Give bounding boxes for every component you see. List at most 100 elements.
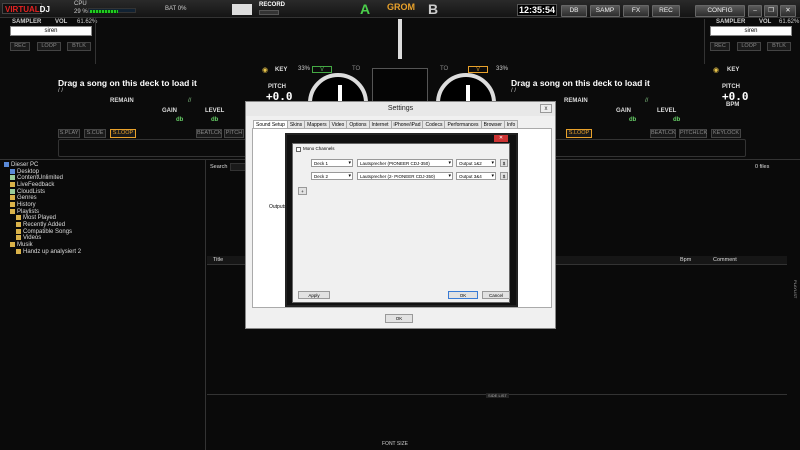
right-sloop-tab[interactable]: S.LOOP bbox=[566, 129, 592, 138]
deck2-output-select[interactable]: Output 3&4 bbox=[456, 172, 496, 180]
right-rec-button[interactable]: REC bbox=[710, 42, 730, 51]
close-icon[interactable]: ✕ bbox=[780, 5, 796, 17]
settings-dialog: Settings x Sound Setup Skins Mappers Video O… bbox=[245, 101, 556, 329]
tree-item[interactable]: LiveFeedback bbox=[4, 182, 204, 189]
cancel-button[interactable]: Cancel bbox=[482, 291, 510, 299]
tree-item[interactable]: ContentUnlimited bbox=[4, 175, 204, 182]
deck2-select[interactable]: Deck 2 bbox=[311, 172, 353, 180]
tree-item[interactable]: Musik bbox=[4, 242, 204, 249]
search-label: Search bbox=[210, 164, 228, 170]
deck1-device-select[interactable]: Lautsprecher (PIONEER CDJ-350) bbox=[357, 159, 453, 167]
left-vol-label: VOL bbox=[55, 19, 68, 25]
left-remain-slashes: // bbox=[188, 98, 192, 104]
deck2-config-button[interactable]: $ bbox=[500, 172, 508, 180]
add-output-button[interactable]: + bbox=[298, 187, 307, 195]
fx-button[interactable]: FX bbox=[623, 5, 649, 17]
close-icon[interactable]: x bbox=[540, 104, 552, 113]
ok-button[interactable]: OK bbox=[385, 314, 413, 323]
col-comment[interactable]: Comment bbox=[713, 257, 737, 263]
deck1-config-button[interactable]: $ bbox=[500, 159, 508, 167]
playlist-tab[interactable]: PLAYLIST bbox=[788, 280, 798, 320]
left-pitch-tab[interactable]: PITCH bbox=[224, 129, 244, 138]
close-icon[interactable]: ✕ bbox=[494, 135, 508, 142]
right-loop-button[interactable]: LOOP bbox=[737, 42, 761, 51]
right-eye-icon[interactable]: ◉ bbox=[713, 66, 719, 74]
rec-button[interactable]: REC bbox=[652, 5, 680, 17]
record-icon[interactable] bbox=[232, 4, 252, 15]
deck-a-label[interactable]: A bbox=[360, 1, 370, 17]
col-title[interactable]: Title bbox=[213, 257, 223, 263]
deck1-output-select[interactable]: Output 1&2 bbox=[456, 159, 496, 167]
left-level-label: LEVEL bbox=[205, 108, 225, 114]
left-btlk-button[interactable]: BTLK bbox=[67, 42, 91, 51]
folder-icon bbox=[10, 202, 15, 208]
browser-divider bbox=[205, 160, 206, 450]
folder-icon bbox=[10, 168, 15, 174]
right-btlk-button[interactable]: BTLK bbox=[767, 42, 791, 51]
folder-icon bbox=[16, 248, 21, 254]
font-size-control[interactable]: FONT SIZE bbox=[382, 441, 408, 447]
left-sloop-tab[interactable]: S.LOOP bbox=[110, 129, 136, 138]
tree-item[interactable]: History bbox=[4, 202, 204, 209]
tree-item[interactable]: Dieser PC bbox=[4, 162, 204, 169]
left-gain-label: GAIN bbox=[162, 108, 177, 114]
mono-checkbox[interactable] bbox=[296, 147, 301, 152]
inner-ok-button[interactable]: OK bbox=[448, 291, 478, 299]
left-sample-select[interactable]: siren bbox=[10, 26, 92, 36]
col-bpm[interactable]: Bpm bbox=[680, 257, 691, 263]
left-rec-button[interactable]: REC bbox=[10, 42, 30, 51]
cloud-icon bbox=[10, 175, 15, 181]
right-bpm-label: BPM bbox=[726, 102, 740, 108]
tree-item[interactable]: Recently Added bbox=[4, 222, 204, 229]
right-vol-value: 61.62% bbox=[779, 19, 800, 25]
tree-item[interactable]: Genres bbox=[4, 195, 204, 202]
folder-icon bbox=[16, 222, 21, 228]
left-v-button[interactable]: V bbox=[312, 66, 332, 73]
right-sampler-label: SAMPLER bbox=[716, 19, 746, 25]
restore-icon[interactable]: ❐ bbox=[764, 5, 778, 17]
left-slashes: / / bbox=[58, 88, 64, 94]
right-key-label: KEY bbox=[727, 67, 740, 73]
left-sampler-label: SAMPLER bbox=[12, 19, 42, 25]
right-drag-hint: Drag a song on this deck to load it bbox=[511, 78, 650, 88]
folder-icon bbox=[16, 228, 21, 234]
tree-item[interactable]: Compatible Songs bbox=[4, 228, 204, 236]
mono-label: Mono Channels bbox=[303, 146, 335, 151]
sound-setup-panel: Outputs ✕ Mono Channels Deck 1 Lautsprec… bbox=[252, 128, 552, 308]
samp-button[interactable]: SAMP bbox=[590, 5, 620, 17]
tree-item[interactable]: CloudLists bbox=[4, 188, 204, 196]
computer-icon bbox=[4, 162, 9, 167]
deck2-device-select[interactable]: Lautsprecher (2- PIONEER CDJ-350) bbox=[357, 172, 453, 180]
right-beatlock-tab[interactable]: BEATLCK bbox=[650, 129, 676, 138]
left-level-db: db bbox=[211, 117, 219, 123]
right-slashes: / / bbox=[511, 88, 517, 94]
apply-button[interactable]: Apply bbox=[298, 291, 330, 299]
deck1-select[interactable]: Deck 1 bbox=[311, 159, 353, 167]
minimize-icon[interactable]: – bbox=[748, 5, 762, 17]
record-slider[interactable] bbox=[259, 10, 279, 15]
folder-icon bbox=[16, 215, 21, 221]
left-beatlock-tab[interactable]: BEATLCK bbox=[196, 129, 222, 138]
left-splay-tab[interactable]: S.PLAY bbox=[58, 129, 80, 138]
right-to-label: TO bbox=[440, 66, 449, 72]
tree-item[interactable]: Handz up analysiert 2 bbox=[4, 248, 204, 256]
deck-b-label[interactable]: B bbox=[428, 1, 438, 17]
folder-icon bbox=[10, 242, 15, 248]
settings-title: Settings bbox=[246, 102, 555, 116]
right-sample-select[interactable]: siren bbox=[710, 26, 792, 36]
left-eye-icon[interactable]: ◉ bbox=[262, 66, 268, 74]
app-logo: VIRTUALDJ bbox=[2, 3, 50, 14]
tree-item[interactable]: Playlists bbox=[4, 208, 204, 216]
config-button[interactable]: CONFIG bbox=[695, 5, 745, 17]
sidelist-label[interactable]: SIDE LIST bbox=[486, 393, 509, 398]
left-loop-button[interactable]: LOOP bbox=[37, 42, 61, 51]
tree-item[interactable]: Videos bbox=[4, 235, 204, 242]
right-gain-db: db bbox=[629, 117, 637, 123]
tree-item[interactable]: Desktop bbox=[4, 168, 204, 176]
left-scue-tab[interactable]: S.CUE bbox=[84, 129, 106, 138]
tree-item[interactable]: Most Played bbox=[4, 215, 204, 222]
right-v-button[interactable]: V bbox=[468, 66, 488, 73]
right-keylock-tab[interactable]: KEYLOCK bbox=[711, 129, 741, 138]
db-button[interactable]: DB bbox=[561, 5, 587, 17]
right-pitchlock-tab[interactable]: PITCHLCK bbox=[679, 129, 707, 138]
